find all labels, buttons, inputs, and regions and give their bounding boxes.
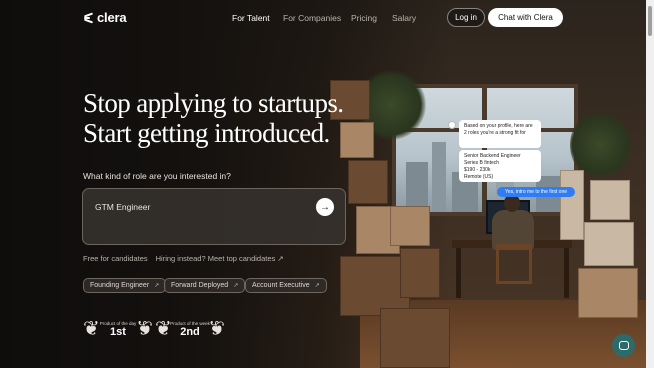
box-stack [584, 222, 634, 266]
headline-line-2: Start getting introduced. [83, 118, 330, 148]
arrow-up-right-icon: ↗ [154, 283, 160, 289]
award-badge-week: ❦ Product of the week 2nd ❦ [155, 316, 225, 342]
logo-text: clera [97, 10, 127, 25]
role-chip-account-executive[interactable]: Account Executive ↗ [245, 278, 327, 293]
box-stack [348, 160, 388, 204]
chat-reply: Yes, intro me to the first one [497, 187, 575, 197]
box-stack [560, 170, 584, 240]
arrow-up-right-icon: ↗ [233, 283, 239, 289]
nav-for-companies[interactable]: For Companies [283, 13, 341, 23]
job-title: Senior Backend Engineer [464, 153, 521, 159]
free-for-candidates: Free for candidates [83, 254, 148, 263]
login-button[interactable]: Log in [447, 8, 485, 27]
page-title: Stop applying to startups. Start getting… [83, 88, 383, 148]
laurel-icon: ❦ [136, 318, 153, 340]
chat-message: Based on your profile, here are 2 roles … [459, 120, 541, 148]
headline-line-1: Stop applying to startups. [83, 88, 344, 118]
logo[interactable]: clera [83, 10, 127, 25]
nav-salary[interactable]: Salary [392, 13, 416, 23]
job-salary: $190 - 230k [464, 167, 491, 173]
job-company: Series B fintech [464, 160, 500, 166]
chip-label: Account Executive [252, 282, 310, 289]
arrow-right-icon: → [320, 201, 330, 213]
role-question: What kind of role are you interested in? [83, 171, 231, 181]
nav-for-talent[interactable]: For Talent [232, 13, 270, 23]
desk-leg [456, 248, 461, 298]
submit-button[interactable]: → [316, 198, 334, 216]
job-location: Remote (US) [464, 174, 494, 180]
award-rank: 1st [110, 326, 126, 338]
chip-label: Founding Engineer [90, 282, 150, 289]
arrow-up-right-icon: ↗ [314, 283, 320, 289]
chat-bubble-icon [618, 341, 629, 350]
box-stack [390, 206, 430, 246]
role-input-value[interactable]: GTM Engineer [95, 202, 150, 212]
scrollbar-thumb[interactable] [648, 6, 652, 36]
city-building [406, 162, 428, 212]
box-stack [380, 308, 450, 368]
award-badge-day: ❦ Product of the day 1st ❦ [83, 316, 153, 342]
role-chip-forward-deployed[interactable]: Forward Deployed ↗ [164, 278, 246, 293]
box-stack [400, 248, 440, 298]
sub-links: Free for candidates Hiring instead? Meet… [83, 254, 284, 263]
award-rank: 2nd [180, 326, 200, 338]
laurel-icon: ❦ [208, 318, 225, 340]
role-chip-founding-engineer[interactable]: Founding Engineer ↗ [83, 278, 167, 293]
clera-avatar [448, 121, 456, 129]
chat-button[interactable]: Chat with Clera [488, 8, 563, 27]
scrollbar[interactable] [646, 0, 654, 368]
nav-pricing[interactable]: Pricing [351, 13, 377, 23]
box-stack [590, 180, 630, 220]
job-card: Senior Backend Engineer Series B fintech… [459, 150, 541, 182]
hiring-link[interactable]: Hiring instead? Meet top candidates ↗ [156, 254, 284, 263]
laurel-icon: ❦ [83, 318, 100, 340]
chat-support-button[interactable] [612, 334, 635, 357]
city-building [432, 142, 446, 212]
role-input[interactable]: GTM Engineer → [82, 188, 346, 245]
chair [496, 244, 532, 284]
logo-icon [83, 12, 94, 23]
hero-background [0, 0, 646, 368]
chip-label: Forward Deployed [171, 282, 229, 289]
laurel-icon: ❦ [155, 318, 172, 340]
desk-leg [564, 248, 569, 298]
box-stack [578, 268, 638, 318]
